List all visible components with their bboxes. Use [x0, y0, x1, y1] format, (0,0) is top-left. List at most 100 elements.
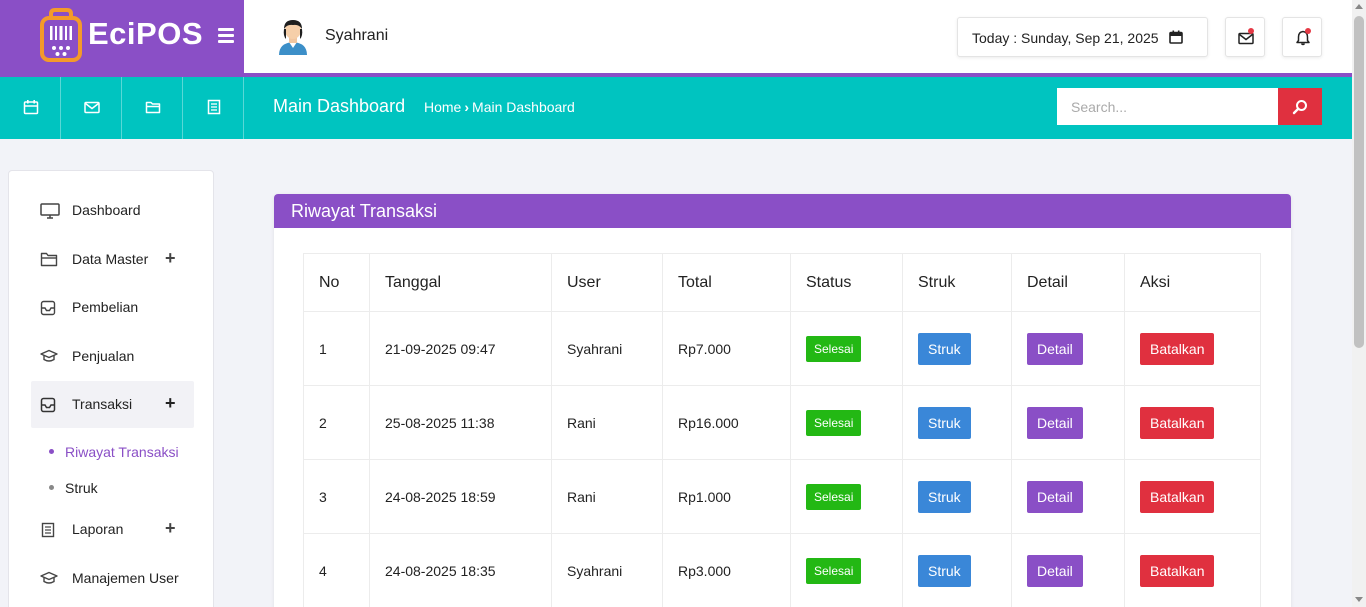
document-icon — [207, 99, 221, 115]
bullet-icon — [49, 448, 54, 454]
toolbar-mail-button[interactable] — [61, 77, 122, 139]
cell-user: Rani — [551, 385, 663, 460]
toolbar-calendar-button[interactable] — [0, 77, 61, 139]
column-header: Detail — [1011, 253, 1125, 312]
sidebar-item-label: Laporan — [72, 521, 124, 537]
calendar-icon — [1169, 30, 1183, 44]
scroll-up-arrow-icon[interactable] — [1355, 4, 1363, 9]
column-header: User — [551, 253, 663, 312]
inbox-icon — [40, 300, 56, 316]
batalkan-button[interactable]: Batalkan — [1140, 480, 1215, 513]
sidebar-item-laporan[interactable]: Laporan + — [31, 506, 194, 553]
cell-detail: Detail — [1011, 533, 1125, 607]
struk-button[interactable]: Struk — [918, 480, 971, 513]
sidebar-item-label: Transaksi — [72, 396, 133, 412]
mail-icon — [84, 101, 100, 114]
struk-button[interactable]: Struk — [918, 406, 971, 439]
messages-button[interactable] — [1225, 17, 1265, 57]
column-header: Struk — [902, 253, 1012, 312]
column-header: Aksi — [1124, 253, 1261, 312]
expand-plus-icon[interactable]: + — [165, 518, 176, 539]
status-badge: Selesai — [806, 483, 862, 510]
sidebar-item-penjualan[interactable]: Penjualan — [31, 333, 194, 380]
table-row: 1 21-09-2025 09:47 Syahrani Rp7.000 Sele… — [303, 311, 1261, 386]
inbox-icon — [40, 397, 56, 413]
monitor-icon — [40, 203, 60, 219]
sidebar-item-label: Pembelian — [72, 299, 139, 315]
cell-no: 2 — [303, 385, 370, 460]
scroll-down-arrow-icon[interactable] — [1355, 597, 1363, 602]
cell-user: Syahrani — [551, 311, 663, 386]
cell-tanggal: 24-08-2025 18:35 — [369, 533, 552, 607]
card-title: Riwayat Transaksi — [274, 194, 1291, 228]
cell-tanggal: 25-08-2025 11:38 — [369, 385, 552, 460]
notification-dot — [1305, 28, 1311, 34]
user-name: Syahrani — [325, 27, 389, 44]
expand-plus-icon[interactable]: + — [165, 248, 176, 269]
folder-icon — [145, 101, 161, 114]
sidebar-item-transaksi[interactable]: Transaksi + — [31, 381, 194, 428]
struk-button[interactable]: Struk — [918, 332, 971, 365]
cell-aksi: Batalkan — [1124, 311, 1261, 386]
toolbar-document-button[interactable] — [183, 77, 244, 139]
column-header: Tanggal — [369, 253, 552, 312]
expand-plus-icon[interactable]: + — [165, 393, 176, 414]
cell-user: Rani — [551, 459, 663, 534]
breadcrumb: Home › Main Dashboard — [424, 99, 575, 115]
detail-button[interactable]: Detail — [1027, 554, 1083, 587]
sidebar-subitem-riwayat-transaksi[interactable]: Riwayat Transaksi — [49, 444, 179, 460]
detail-button[interactable]: Detail — [1027, 406, 1083, 439]
notifications-button[interactable] — [1282, 17, 1322, 57]
table-header-row: No Tanggal User Total Status Struk Detai… — [303, 253, 1261, 312]
graduation-cap-icon — [40, 571, 58, 584]
sidebar-subitem-struk[interactable]: Struk — [49, 480, 98, 496]
sidebar-item-label: Penjualan — [72, 348, 135, 364]
page-scrollbar[interactable] — [1352, 0, 1366, 607]
cell-status: Selesai — [790, 311, 903, 386]
detail-button[interactable]: Detail — [1027, 480, 1083, 513]
sidebar-item-manajemen-user[interactable]: Manajemen User — [31, 555, 194, 602]
toolbar-folder-button[interactable] — [122, 77, 183, 139]
struk-button[interactable]: Struk — [918, 554, 971, 587]
shopping-bag-logo-icon[interactable] — [40, 8, 82, 62]
bullet-icon — [49, 484, 54, 490]
cell-tanggal: 21-09-2025 09:47 — [369, 311, 552, 386]
cell-user: Syahrani — [551, 533, 663, 607]
calendar-icon — [23, 100, 39, 115]
sidebar-item-pembelian[interactable]: Pembelian — [31, 284, 194, 331]
cell-status: Selesai — [790, 533, 903, 607]
scrollbar-thumb[interactable] — [1354, 16, 1364, 348]
sidebar-item-label: Manajemen User — [72, 570, 179, 586]
status-badge: Selesai — [806, 335, 862, 362]
sidebar-subitem-label: Struk — [65, 480, 98, 496]
cell-total: Rp1.000 — [662, 459, 791, 534]
search-button[interactable] — [1278, 88, 1322, 125]
sidebar-item-data-master[interactable]: Data Master + — [31, 236, 194, 283]
table-row: 3 24-08-2025 18:59 Rani Rp1.000 Selesai … — [303, 459, 1261, 534]
document-icon — [41, 522, 55, 538]
breadcrumb-home-link[interactable]: Home — [424, 99, 461, 115]
column-header: No — [303, 253, 370, 312]
batalkan-button[interactable]: Batalkan — [1140, 332, 1215, 365]
sidebar-item-dashboard[interactable]: Dashboard — [31, 187, 194, 234]
user-avatar-icon[interactable] — [276, 17, 310, 55]
secondary-toolbar: Main Dashboard Home › Main Dashboard — [0, 77, 1352, 139]
cell-no: 4 — [303, 533, 370, 607]
status-badge: Selesai — [806, 557, 862, 584]
detail-button[interactable]: Detail — [1027, 332, 1083, 365]
chevron-right-icon: › — [464, 99, 470, 115]
cell-total: Rp3.000 — [662, 533, 791, 607]
batalkan-button[interactable]: Batalkan — [1140, 554, 1215, 587]
cell-total: Rp16.000 — [662, 385, 791, 460]
search-input[interactable] — [1057, 88, 1278, 125]
status-badge: Selesai — [806, 409, 862, 436]
notification-dot — [1248, 28, 1254, 34]
transaction-history-card: Riwayat Transaksi No Tanggal User Total … — [274, 194, 1291, 607]
folder-icon — [40, 252, 58, 267]
sidebar: Dashboard Data Master + Pembelian Penjua… — [8, 170, 214, 607]
date-display[interactable]: Today : Sunday, Sep 21, 2025 — [957, 17, 1208, 57]
cell-tanggal: 24-08-2025 18:59 — [369, 459, 552, 534]
batalkan-button[interactable]: Batalkan — [1140, 406, 1215, 439]
date-text: Today : Sunday, Sep 21, 2025 — [972, 30, 1159, 46]
hamburger-menu-icon[interactable] — [218, 28, 234, 44]
